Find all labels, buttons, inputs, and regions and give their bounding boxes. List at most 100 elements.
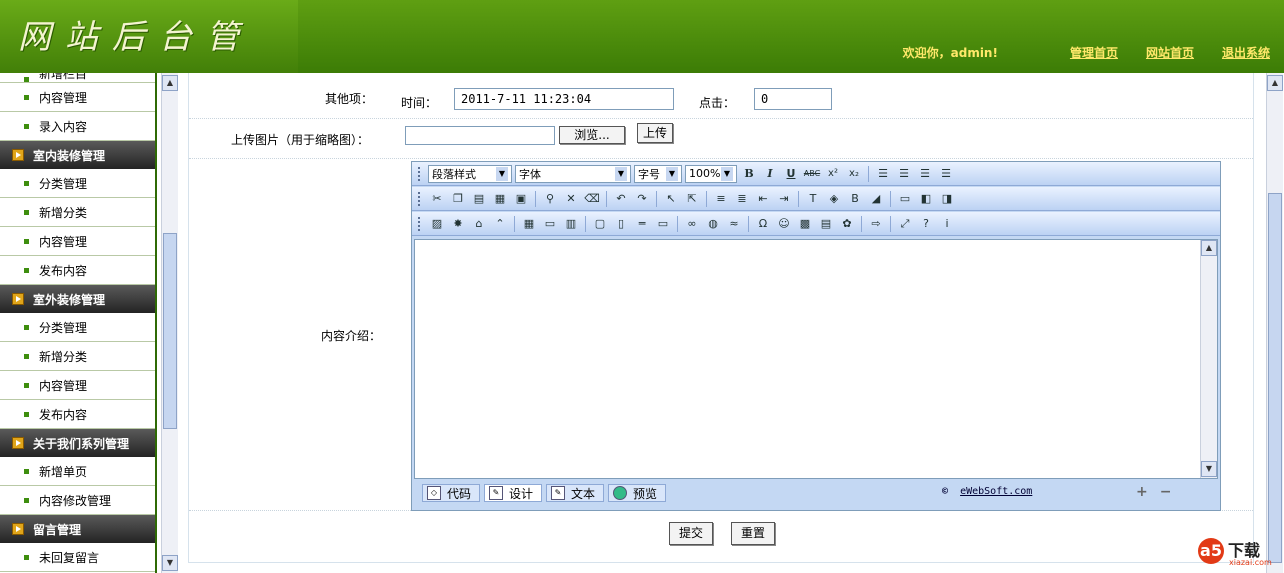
table-icon[interactable]: ▦ xyxy=(520,215,538,233)
site-home-link[interactable]: 网站首页 xyxy=(1146,44,1194,61)
deselect-icon[interactable]: ⇱ xyxy=(683,190,701,208)
help-icon[interactable]: ? xyxy=(917,215,935,233)
excel-icon[interactable]: ▩ xyxy=(796,215,814,233)
ordered-list-icon[interactable]: ≡ xyxy=(712,190,730,208)
font-color-icon[interactable]: T xyxy=(804,190,822,208)
layer-move-icon[interactable]: ◨ xyxy=(938,190,956,208)
strikethrough-icon[interactable]: ABC xyxy=(803,165,821,183)
sidebar-item[interactable]: 新增分类 xyxy=(0,342,155,371)
scroll-up-icon[interactable]: ▲ xyxy=(1201,240,1217,256)
indent-icon[interactable]: ⇥ xyxy=(775,190,793,208)
sidebar-item[interactable]: 分类管理 xyxy=(0,313,155,342)
upload-button[interactable]: 上传 xyxy=(637,123,673,143)
sidebar-category[interactable]: 室外装修管理 xyxy=(0,285,155,313)
scroll-thumb[interactable] xyxy=(163,233,177,429)
paste-text-icon[interactable]: ▦ xyxy=(491,190,509,208)
sidebar-item[interactable]: 内容管理 xyxy=(0,371,155,400)
style-icon[interactable]: ◢ xyxy=(867,190,885,208)
delete-icon[interactable]: ✕ xyxy=(562,190,580,208)
find-icon[interactable]: ⚲ xyxy=(541,190,559,208)
format-select[interactable]: 段落样式 ▼ xyxy=(428,164,512,183)
frame-icon[interactable]: ▢ xyxy=(591,215,609,233)
sidebar-item[interactable]: 新增单页 xyxy=(0,457,155,486)
reset-button[interactable]: 重置 xyxy=(731,522,775,545)
emoticon-icon[interactable]: ☺ xyxy=(775,215,793,233)
align-center-icon[interactable]: ☰ xyxy=(895,165,913,183)
sidebar-item[interactable]: 内容修改管理 xyxy=(0,486,155,515)
marquee-icon[interactable]: ▭ xyxy=(654,215,672,233)
sidebar-item[interactable]: 发布内容 xyxy=(0,400,155,429)
align-justify-icon[interactable]: ☰ xyxy=(937,165,955,183)
symbol-icon[interactable]: ✿ xyxy=(838,215,856,233)
layer-icon[interactable]: ◧ xyxy=(917,190,935,208)
submit-button[interactable]: 提交 xyxy=(669,522,713,545)
sidebar-item[interactable]: 内容管理 xyxy=(0,83,155,112)
file-icon[interactable]: ⌃ xyxy=(491,215,509,233)
fullscreen-icon[interactable]: ⤢ xyxy=(896,215,914,233)
bold-icon[interactable]: B xyxy=(740,165,758,183)
import-icon[interactable]: ⇨ xyxy=(867,215,885,233)
sidebar-item[interactable]: 发布内容 xyxy=(0,256,155,285)
sidebar-item-cut[interactable]: 新增栏目 xyxy=(0,73,155,83)
sidebar-scrollbar[interactable]: ▲ ▼ xyxy=(161,73,178,573)
scroll-up-icon[interactable]: ▲ xyxy=(162,75,178,91)
copy-icon[interactable]: ❐ xyxy=(449,190,467,208)
scroll-up-icon[interactable]: ▲ xyxy=(1267,75,1283,91)
redo-icon[interactable]: ↷ xyxy=(633,190,651,208)
sidebar-category[interactable]: 室内装修管理 xyxy=(0,141,155,169)
sidebar-item[interactable]: 分类管理 xyxy=(0,169,155,198)
browse-button[interactable]: 浏览... xyxy=(559,126,625,144)
image-icon[interactable]: ▨ xyxy=(428,215,446,233)
outdent-icon[interactable]: ⇤ xyxy=(754,190,772,208)
sidebar-item[interactable]: 录入内容 xyxy=(0,112,155,141)
credit-link[interactable]: eWebSoft.com xyxy=(960,486,1032,497)
hr-icon[interactable]: ═ xyxy=(633,215,651,233)
link-icon[interactable]: ∞ xyxy=(683,215,701,233)
background-color-icon[interactable]: B xyxy=(846,190,864,208)
time-input[interactable]: 2011-7-11 11:23:04 xyxy=(454,88,674,110)
scroll-thumb[interactable] xyxy=(1268,193,1282,563)
align-right-icon[interactable]: ☰ xyxy=(916,165,934,183)
tab-text[interactable]: ✎ 文本 xyxy=(546,484,605,502)
editor-scrollbar[interactable]: ▲ ▼ xyxy=(1200,240,1217,478)
editor-content-area[interactable]: ▲ ▼ xyxy=(414,239,1218,479)
block-icon[interactable]: ▭ xyxy=(896,190,914,208)
sidebar-item[interactable]: 新增分类 xyxy=(0,198,155,227)
paste-icon[interactable]: ▤ xyxy=(470,190,488,208)
size-select[interactable]: 字号 ▼ xyxy=(634,164,682,183)
sidebar-category[interactable]: 关于我们系列管理 xyxy=(0,429,155,457)
page-icon[interactable]: ▯ xyxy=(612,215,630,233)
underline-icon[interactable]: U xyxy=(782,165,800,183)
upload-file-input[interactable] xyxy=(405,126,555,145)
flash-icon[interactable]: ✸ xyxy=(449,215,467,233)
sidebar-item[interactable]: 未回复留言 xyxy=(0,543,155,572)
highlight-icon[interactable]: ◈ xyxy=(825,190,843,208)
special-char-icon[interactable]: Ω xyxy=(754,215,772,233)
subscript-icon[interactable]: x₂ xyxy=(845,165,863,183)
sidebar-category[interactable]: 留言管理 xyxy=(0,515,155,543)
tab-preview[interactable]: 预览 xyxy=(608,484,667,502)
unlink-icon[interactable]: ≈ xyxy=(725,215,743,233)
superscript-icon[interactable]: x² xyxy=(824,165,842,183)
font-select[interactable]: 字体 ▼ xyxy=(515,164,631,183)
italic-icon[interactable]: I xyxy=(761,165,779,183)
select-all-icon[interactable]: ↖ xyxy=(662,190,680,208)
minus-icon[interactable]: − xyxy=(1160,484,1172,500)
scroll-down-icon[interactable]: ▼ xyxy=(162,555,178,571)
undo-icon[interactable]: ↶ xyxy=(612,190,630,208)
tab-code[interactable]: ◇ 代码 xyxy=(422,484,481,502)
form-icon[interactable]: ▭ xyxy=(541,215,559,233)
paste-word-icon[interactable]: ▣ xyxy=(512,190,530,208)
unordered-list-icon[interactable]: ≣ xyxy=(733,190,751,208)
admin-home-link[interactable]: 管理首页 xyxy=(1070,44,1118,61)
zoom-select[interactable]: 100% ▼ xyxy=(685,164,737,183)
scroll-down-icon[interactable]: ▼ xyxy=(1201,461,1217,477)
sidebar-item[interactable]: 内容管理 xyxy=(0,227,155,256)
logout-link[interactable]: 退出系统 xyxy=(1222,44,1270,61)
grid-icon[interactable]: ▥ xyxy=(562,215,580,233)
plus-icon[interactable]: + xyxy=(1136,484,1148,500)
media-icon[interactable]: ⌂ xyxy=(470,215,488,233)
tab-design[interactable]: ✎ 设计 xyxy=(484,484,543,502)
cut-icon[interactable]: ✂ xyxy=(428,190,446,208)
align-left-icon[interactable]: ☰ xyxy=(874,165,892,183)
